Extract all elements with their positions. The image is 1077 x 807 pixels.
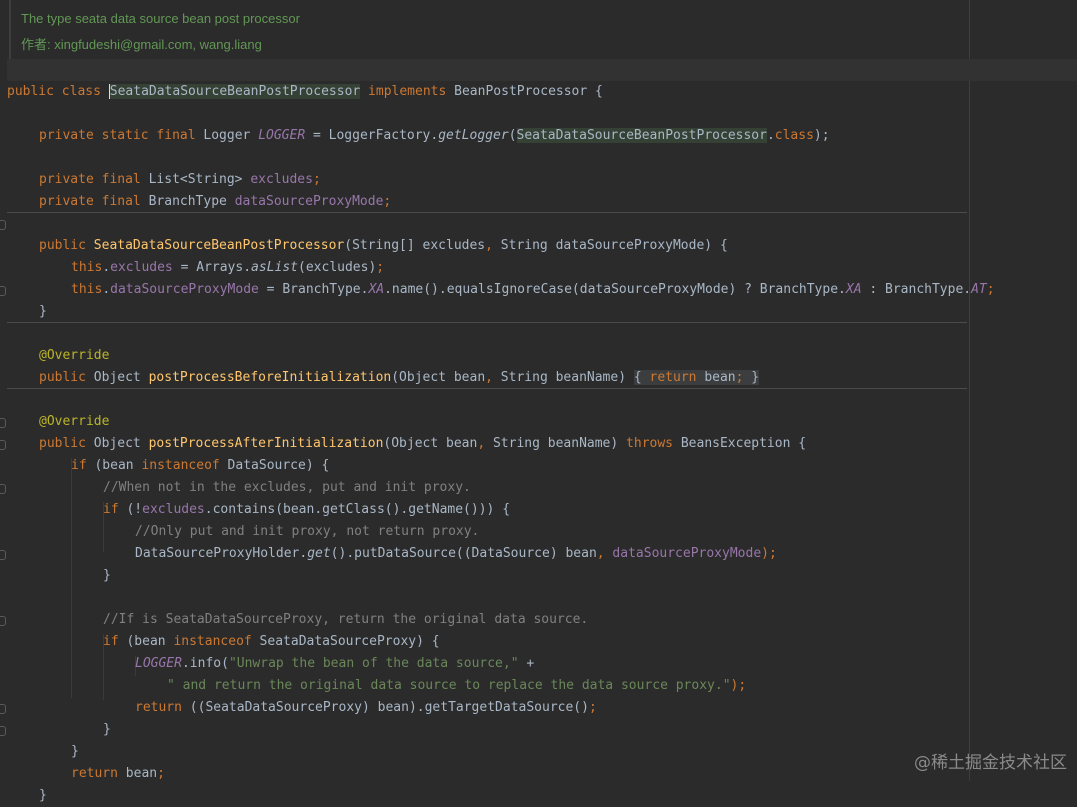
code-line-after-init[interactable]: public Object postProcessAfterInitializa… (39, 411, 806, 451)
doc-comment-line-1: The type seata data source bean post pro… (21, 11, 300, 26)
class-name[interactable]: SeataDataSourceBeanPostProcessor (108, 84, 361, 99)
code-line-comment[interactable]: //If is SeataDataSourceProxy, return the… (103, 587, 588, 627)
code-line-close-brace[interactable]: } (71, 719, 79, 759)
fold-marker-icon[interactable] (0, 726, 6, 736)
fold-marker-icon[interactable] (0, 220, 6, 230)
code-line-class-declaration[interactable]: public class SeataDataSourceBeanPostProc… (7, 59, 1077, 99)
code-line-constructor-close[interactable]: } (39, 279, 47, 319)
fold-marker-icon[interactable] (0, 616, 6, 626)
fold-marker-icon[interactable] (0, 704, 6, 714)
code-line-method-close[interactable]: } (39, 763, 47, 803)
fold-marker-icon[interactable] (0, 484, 6, 494)
doc-comment: The type seata data source bean post pro… (9, 0, 971, 60)
watermark: @稀土掘金技术社区 (914, 753, 1067, 773)
fold-marker-icon[interactable] (0, 418, 6, 428)
code-line-annotation[interactable]: @Override (39, 323, 109, 363)
indent-guide (71, 458, 72, 698)
code-line-return-bean[interactable]: return bean; (71, 741, 165, 781)
code-line-assign-proxy-mode[interactable]: this.dataSourceProxyMode = BranchType.XA… (71, 257, 995, 297)
code-line-logger-field[interactable]: private static final Logger LOGGER = Log… (39, 103, 830, 143)
right-margin-guide (969, 0, 970, 781)
code-line-if-datasource[interactable]: if (bean instanceof DataSource) { (71, 433, 329, 473)
code-line-excludes-field[interactable]: private final List<String> excludes; (39, 147, 321, 187)
folded-body[interactable]: { return bean; } (633, 370, 760, 385)
code-line-if-proxy[interactable]: if (bean instanceof SeataDataSourceProxy… (103, 609, 440, 649)
method-separator-2 (7, 322, 967, 323)
code-line-close-brace[interactable]: } (103, 543, 111, 583)
code-line-if-excludes[interactable]: if (!excludes.contains(bean.getClass().g… (103, 477, 510, 517)
code-line-logger-info-continuation[interactable]: " and return the original data source to… (167, 653, 746, 693)
code-line-put-datasource[interactable]: DataSourceProxyHolder.get().putDataSourc… (135, 521, 777, 561)
fold-marker-icon[interactable] (0, 440, 6, 450)
code-line-comment[interactable]: //Only put and init proxy, not return pr… (135, 499, 479, 539)
code-line-annotation[interactable]: @Override (39, 389, 109, 429)
doc-comment-line-2: 作者: xingfudeshi@gmail.com, wang.liang (21, 37, 262, 52)
code-line-logger-info[interactable]: LOGGER.info("Unwrap the bean of the data… (135, 631, 534, 671)
code-line-comment[interactable]: //When not in the excludes, put and init… (103, 455, 471, 495)
code-line-assign-excludes[interactable]: this.excludes = Arrays.asList(excludes); (71, 235, 384, 275)
code-line-close-brace[interactable]: } (103, 697, 111, 737)
fold-marker-icon[interactable] (0, 550, 6, 560)
code-line-constructor[interactable]: public SeataDataSourceBeanPostProcessor(… (39, 213, 728, 253)
code-line-return-target[interactable]: return ((SeataDataSourceProxy) bean).get… (135, 675, 597, 715)
fold-marker-icon[interactable] (0, 286, 6, 296)
code-line-proxy-mode-field[interactable]: private final BranchType dataSourceProxy… (39, 169, 391, 209)
code-line-before-init[interactable]: public Object postProcessBeforeInitializ… (39, 345, 760, 385)
